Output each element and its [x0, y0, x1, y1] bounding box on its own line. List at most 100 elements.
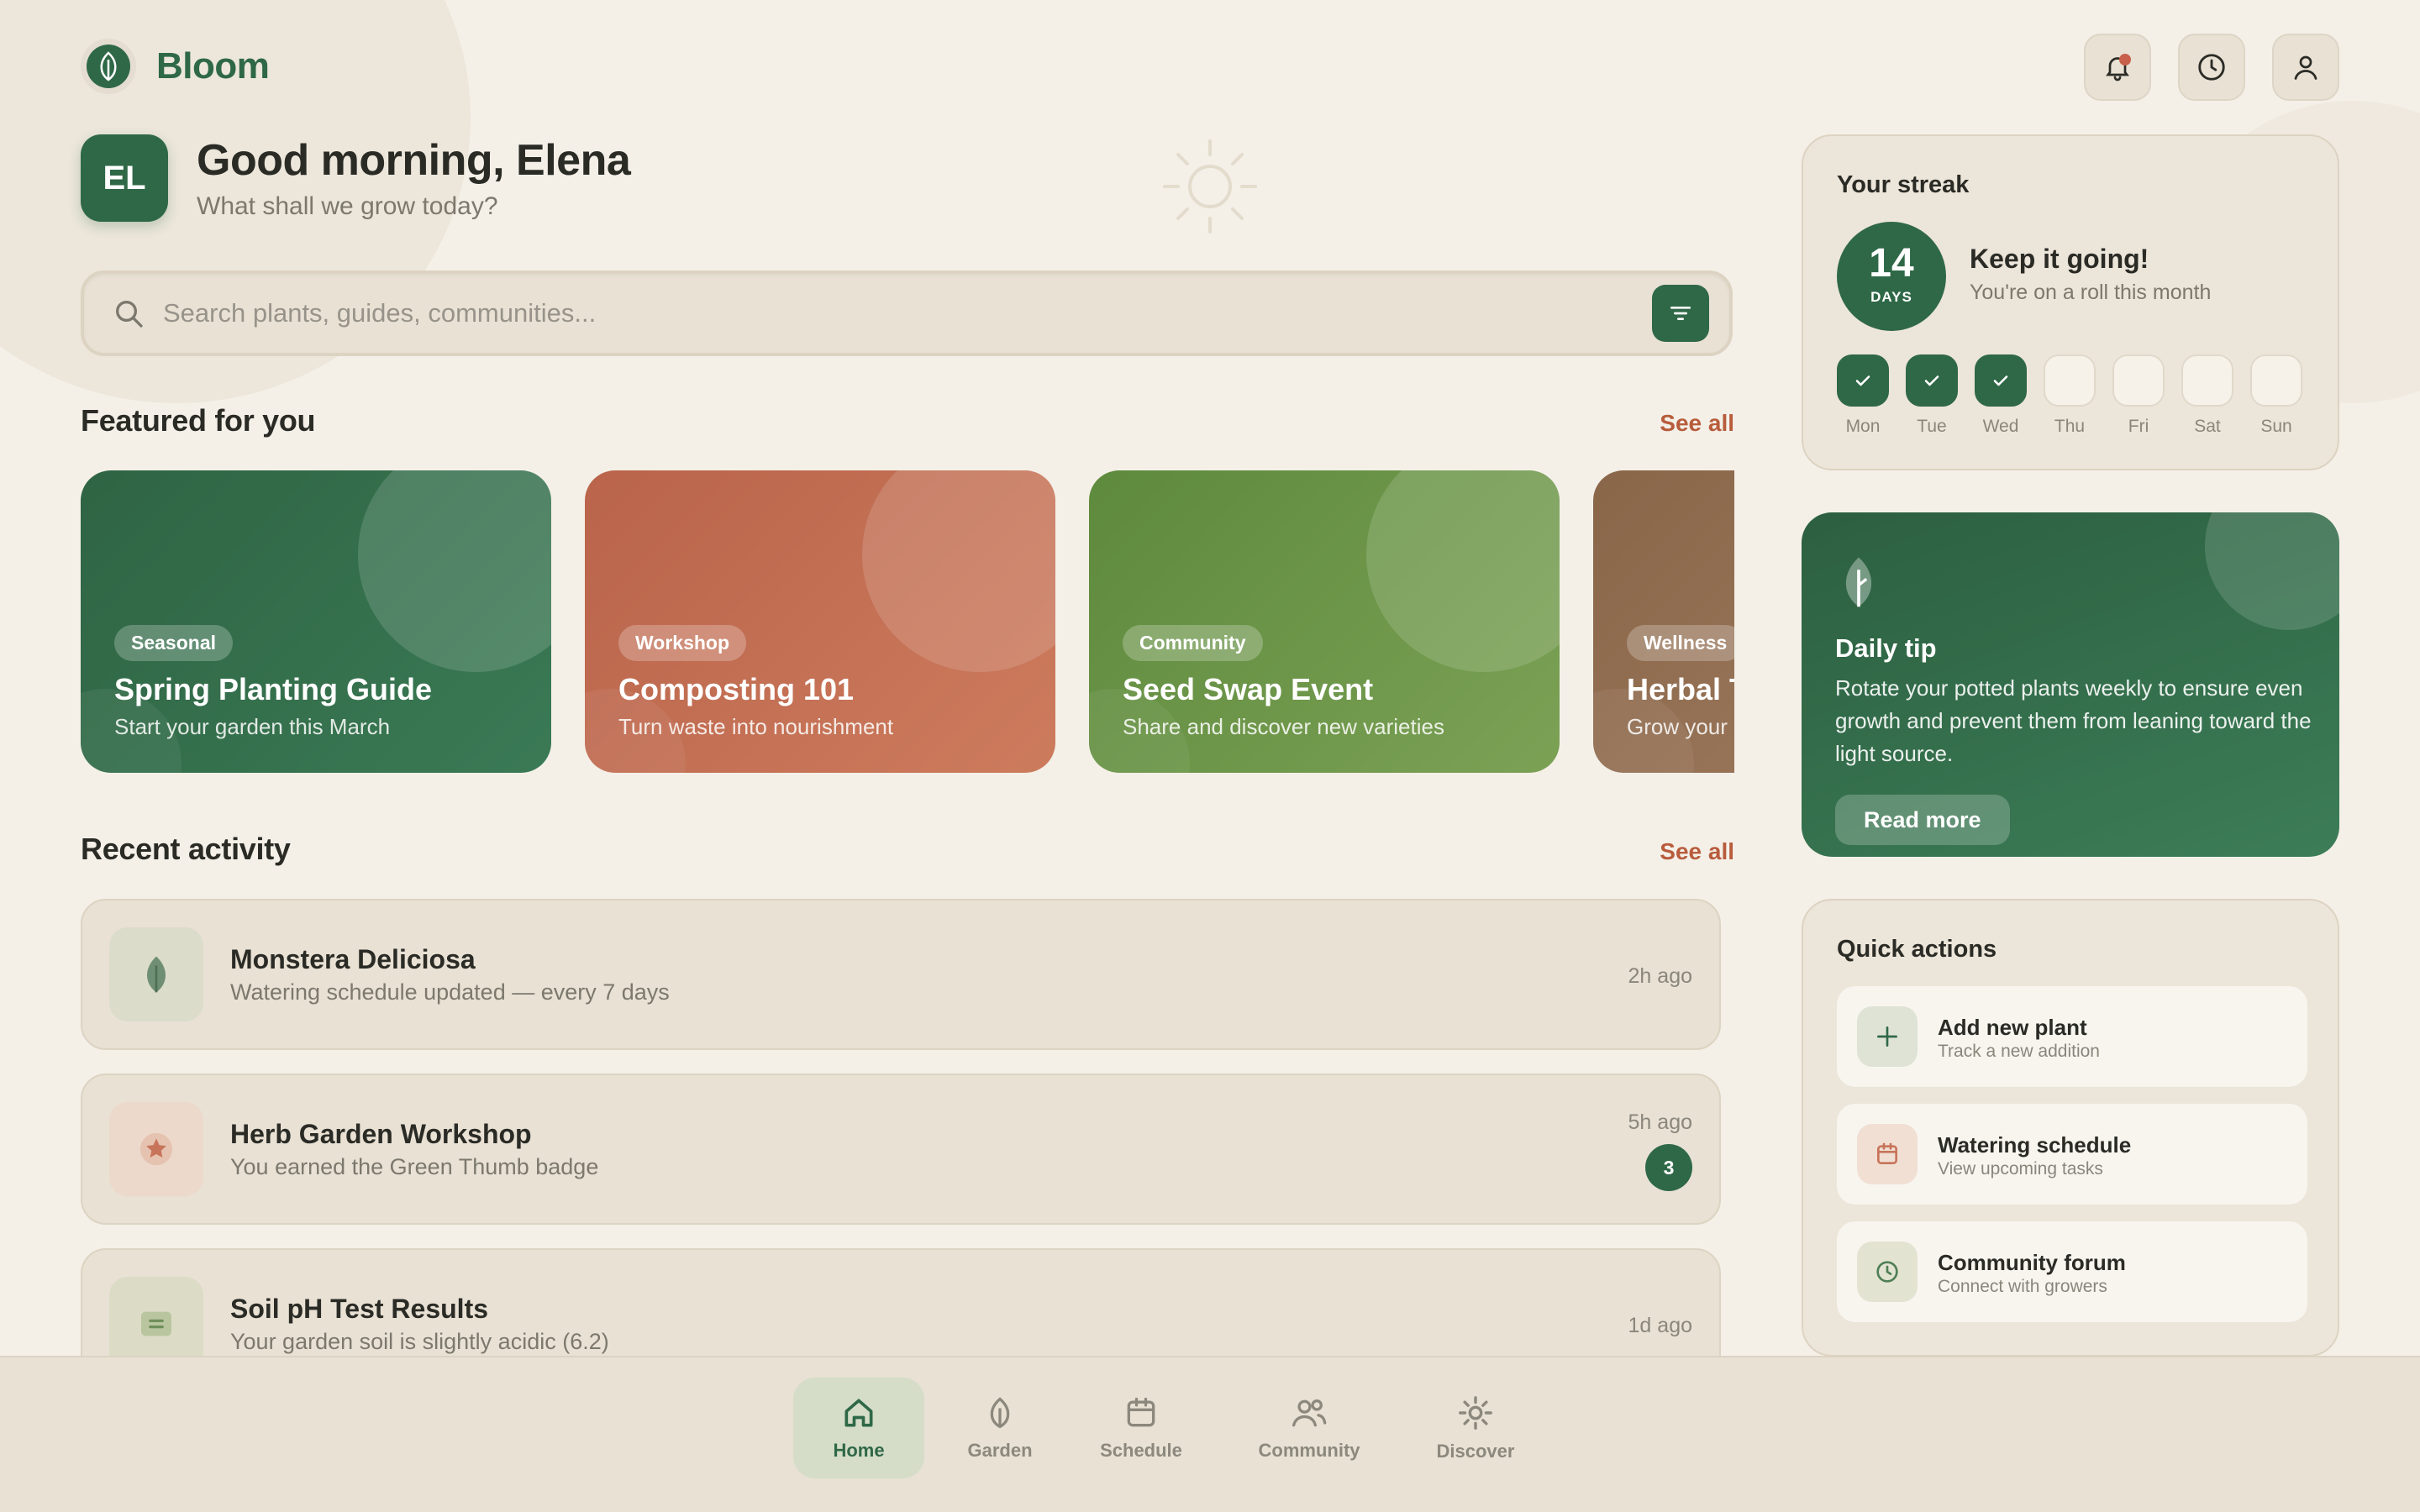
day-label: Sun [2260, 417, 2292, 436]
clock-icon [1857, 1242, 1918, 1302]
featured-carousel: Seasonal Spring Planting Guide Start you… [81, 470, 1734, 773]
nav-home[interactable]: Home [793, 1378, 924, 1478]
card-subtitle: Share and discover new varieties [1123, 714, 1444, 739]
app-name: Bloom [156, 45, 270, 87]
nav-discover[interactable]: Discover [1412, 1378, 1539, 1478]
check-icon [1837, 354, 1889, 407]
search-icon [109, 294, 148, 333]
day-thu: Thu [2044, 354, 2096, 437]
tip-title: Daily tip [1835, 633, 1937, 663]
leaf-icon [109, 927, 203, 1021]
activity-count-badge: 3 [1645, 1144, 1692, 1191]
activity-item[interactable]: Herb Garden Workshop You earned the Gree… [81, 1074, 1721, 1225]
day-label: Fri [2128, 417, 2149, 436]
activity-title: Monstera Deliciosa [230, 944, 476, 974]
streak-counter: 14 DAYS [1837, 222, 1946, 331]
day-mon: Mon [1837, 354, 1889, 437]
streak-count: 14 [1869, 241, 1914, 286]
avatar[interactable]: EL [81, 134, 168, 222]
activity-section-title: Recent activity [81, 832, 291, 866]
leaf-icon [1845, 557, 1872, 607]
search-input[interactable] [163, 298, 1652, 328]
card-tag: Community [1123, 625, 1263, 661]
activity-time: 5h ago [1628, 1110, 1692, 1134]
quick-actions-title: Quick actions [1837, 936, 1997, 963]
featured-card[interactable]: Wellness Herbal T Grow your [1593, 470, 1734, 773]
history-button[interactable] [2178, 34, 2245, 101]
day-wed: Wed [1975, 354, 2027, 437]
card-title: Herbal T [1627, 672, 1734, 706]
day-label: Thu [2054, 417, 2086, 436]
activity-time: 2h ago [1628, 964, 1692, 988]
featured-see-all-link[interactable]: See all [1660, 410, 1734, 437]
activity-time: 1d ago [1628, 1314, 1692, 1337]
greeting-subtitle: What shall we grow today? [197, 192, 498, 220]
check-icon [1975, 354, 2027, 407]
day-empty-box [2250, 354, 2302, 407]
featured-card[interactable]: Community Seed Swap Event Share and disc… [1089, 470, 1560, 773]
action-title: Watering schedule [1938, 1132, 2132, 1158]
day-label: Tue [1917, 417, 1947, 436]
user-icon [2294, 55, 2317, 80]
nav-schedule[interactable]: Schedule [1076, 1378, 1207, 1478]
tip-text: Rotate your potted plants weekly to ensu… [1835, 675, 2312, 766]
card-title: Spring Planting Guide [114, 672, 432, 706]
activity-subtitle: Watering schedule updated — every 7 days [230, 979, 670, 1005]
day-sat: Sat [2181, 354, 2233, 437]
featured-section-title: Featured for you [81, 403, 316, 438]
app-logo[interactable]: Bloom [81, 39, 270, 94]
quick-actions-card: Quick actions Add new plant Track a new … [1802, 899, 2339, 1357]
activity-subtitle: Your garden soil is slightly acidic (6.2… [230, 1329, 609, 1354]
people-icon [1292, 1399, 1327, 1427]
card-tag: Seasonal [114, 625, 233, 661]
nav-community[interactable]: Community [1227, 1378, 1392, 1478]
card-tag: Workshop [618, 625, 747, 661]
activity-subtitle: You earned the Green Thumb badge [230, 1154, 599, 1179]
greeting-title: Good morning, Elena [197, 136, 631, 185]
action-title: Community forum [1938, 1250, 2126, 1275]
sun-icon [1459, 1396, 1492, 1430]
card-subtitle: Grow your [1627, 714, 1728, 739]
read-more-button[interactable]: Read more [1835, 795, 2010, 845]
day-empty-box [2112, 354, 2165, 407]
activity-title: Soil pH Test Results [230, 1294, 489, 1324]
community-forum-action[interactable]: Community forum Connect with growers [1837, 1221, 2307, 1322]
nav-label: Garden [967, 1440, 1033, 1461]
day-label: Sat [2194, 417, 2221, 436]
day-label: Mon [1845, 417, 1881, 436]
activity-see-all-link[interactable]: See all [1660, 838, 1734, 865]
action-subtitle: Track a new addition [1938, 1042, 2100, 1061]
card-title: Seed Swap Event [1123, 672, 1374, 706]
bottom-navigation: Home Garden Schedule Community Discover [0, 1356, 2420, 1512]
day-fri: Fri [2112, 354, 2165, 437]
day-empty-box [2044, 354, 2096, 407]
streak-headline: Keep it going! [1970, 244, 2149, 274]
action-title: Add new plant [1938, 1015, 2087, 1040]
logo-icon [81, 39, 136, 94]
watering-schedule-action[interactable]: Watering schedule View upcoming tasks [1837, 1104, 2307, 1205]
add-plant-action[interactable]: Add new plant Track a new addition [1837, 986, 2307, 1087]
card-subtitle: Turn waste into nourishment [618, 714, 894, 739]
sun-decoration-icon [1163, 139, 1257, 234]
nav-label: Discover [1436, 1441, 1515, 1462]
streak-unit: DAYS [1870, 289, 1912, 305]
profile-button[interactable] [2272, 34, 2339, 101]
featured-card[interactable]: Seasonal Spring Planting Guide Start you… [81, 470, 551, 773]
notifications-button[interactable] [2084, 34, 2151, 101]
leaf-icon [990, 1397, 1010, 1429]
day-label: Wed [1982, 417, 2019, 436]
activity-item[interactable]: Monstera Deliciosa Watering schedule upd… [81, 899, 1721, 1050]
activity-title: Herb Garden Workshop [230, 1119, 532, 1149]
card-title: Composting 101 [618, 672, 855, 706]
daily-tip-card: Daily tip Rotate your potted plants week… [1802, 512, 2339, 857]
clock-icon [2198, 54, 2225, 81]
header-actions [2084, 34, 2339, 101]
nav-garden[interactable]: Garden [944, 1378, 1055, 1478]
filter-button[interactable] [1652, 285, 1709, 342]
notification-dot [2119, 54, 2131, 66]
card-subtitle: Start your garden this March [114, 714, 391, 739]
week-tracker: Mon Tue Wed Thu Fri Sat Sun [1837, 354, 2302, 437]
nav-label: Community [1258, 1440, 1360, 1461]
featured-card[interactable]: Workshop Composting 101 Turn waste into … [585, 470, 1055, 773]
calendar-icon [1127, 1397, 1155, 1427]
